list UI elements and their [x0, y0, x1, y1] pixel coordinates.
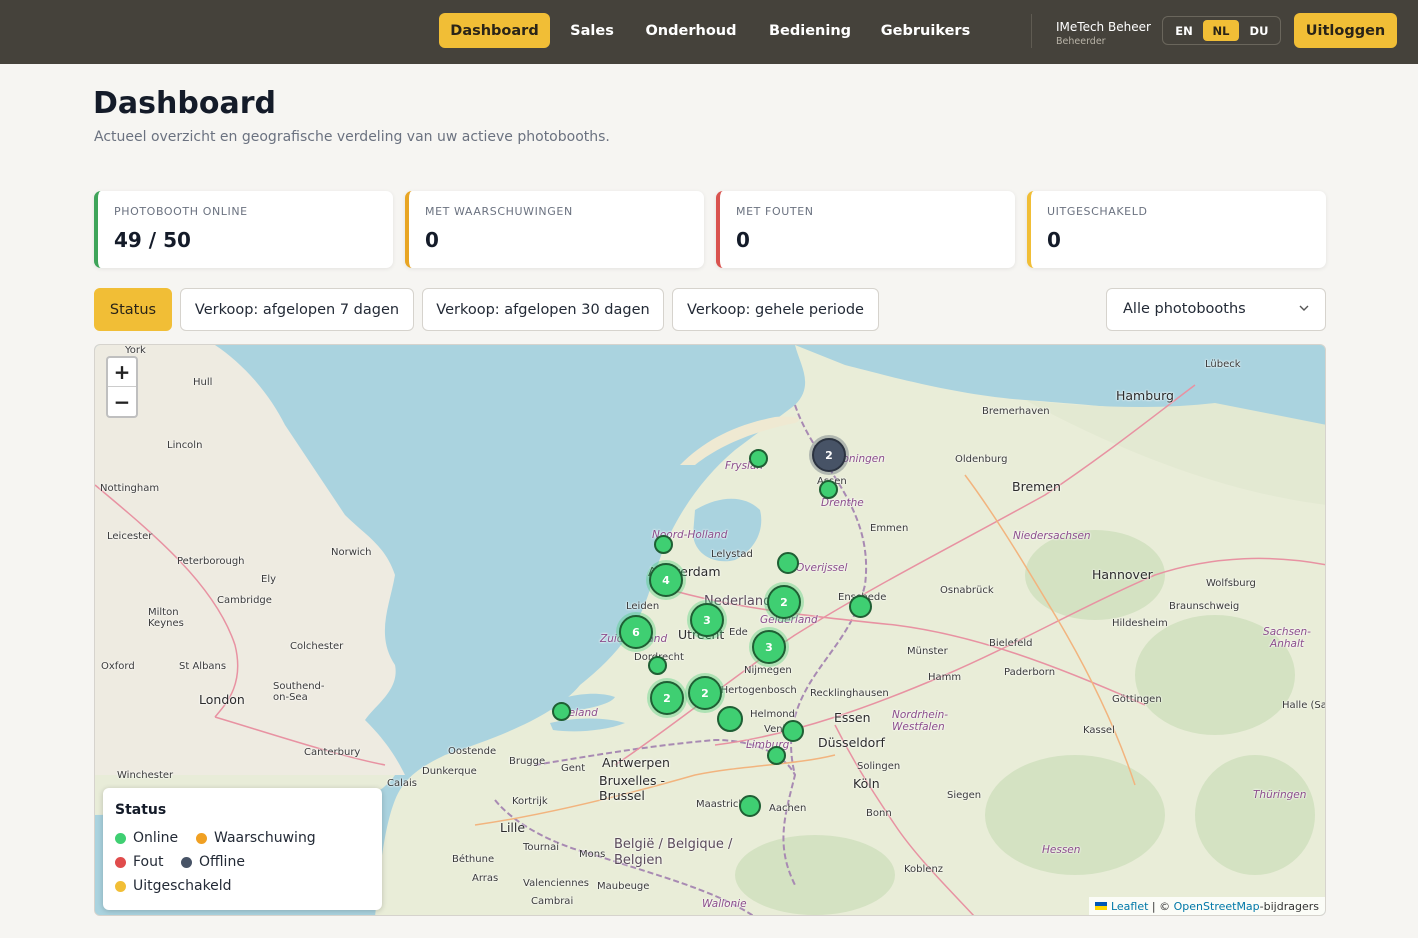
top-navigation-bar: Dashboard Sales Onderhoud Bediening Gebr… — [0, 0, 1418, 64]
map-marker-online[interactable] — [777, 552, 799, 574]
user-name: IMeTech Beheer — [1056, 20, 1151, 34]
status-dot-icon — [196, 832, 207, 844]
photobooth-map[interactable]: York Hull Lincoln Nottingham Leicester P… — [94, 344, 1326, 916]
logout-button[interactable]: Uitloggen — [1294, 13, 1397, 48]
stat-label: MET WAARSCHUWINGEN — [425, 205, 573, 218]
tab-sales-30-days[interactable]: Verkoop: afgelopen 30 dagen — [422, 288, 664, 331]
user-role: Beheerder — [1056, 36, 1106, 47]
nav-onderhoud[interactable]: Onderhoud — [636, 13, 746, 48]
map-marker-online[interactable] — [782, 720, 804, 742]
photobooth-select-value: Alle photobooths — [1123, 301, 1246, 317]
map-marker-online[interactable] — [648, 656, 667, 675]
zoom-out-button[interactable]: − — [108, 387, 136, 416]
map-marker-online[interactable] — [767, 746, 786, 765]
stat-value: 0 — [736, 228, 750, 252]
stat-label: PHOTOBOOTH ONLINE — [114, 205, 248, 218]
status-dot-icon — [115, 856, 126, 868]
legend-item-warning: Waarschuwing — [196, 830, 316, 846]
map-marker-online[interactable] — [654, 535, 673, 554]
legend-item-online: Online — [115, 830, 178, 846]
lang-nl-button[interactable]: NL — [1203, 20, 1239, 41]
nav-bediening[interactable]: Bediening — [760, 13, 860, 48]
tab-sales-7-days[interactable]: Verkoop: afgelopen 7 dagen — [180, 288, 414, 331]
tab-status[interactable]: Status — [94, 288, 172, 331]
attribution-separator: | © — [1148, 899, 1174, 913]
tab-sales-all-time[interactable]: Verkoop: gehele periode — [672, 288, 879, 331]
map-cluster-offline[interactable]: 2 — [812, 438, 846, 472]
map-marker-online[interactable] — [749, 449, 768, 468]
map-marker-online[interactable] — [739, 795, 761, 817]
map-cluster-online[interactable]: 3 — [752, 630, 786, 664]
stat-value: 49 / 50 — [114, 228, 191, 252]
language-switcher: EN NL DU — [1162, 16, 1281, 45]
stat-card-errors: MET FOUTEN 0 — [716, 191, 1015, 268]
leaflet-link[interactable]: Leaflet — [1111, 900, 1148, 913]
map-marker-online[interactable] — [849, 595, 872, 618]
stat-card-disabled: UITGESCHAKELD 0 — [1027, 191, 1326, 268]
legend-label: Uitgeschakeld — [133, 878, 232, 894]
nav-sales[interactable]: Sales — [560, 13, 624, 48]
stat-card-warnings: MET WAARSCHUWINGEN 0 — [405, 191, 704, 268]
stat-value: 0 — [425, 228, 439, 252]
map-cluster-online[interactable]: 2 — [688, 676, 722, 710]
stat-card-online: PHOTOBOOTH ONLINE 49 / 50 — [94, 191, 393, 268]
legend-label: Waarschuwing — [214, 830, 316, 846]
map-cluster-online[interactable]: 3 — [690, 603, 724, 637]
lang-en-button[interactable]: EN — [1166, 20, 1202, 41]
stat-value: 0 — [1047, 228, 1061, 252]
legend-item-disabled: Uitgeschakeld — [115, 878, 232, 894]
status-dot-icon — [115, 832, 126, 844]
photobooth-select[interactable]: Alle photobooths — [1106, 288, 1326, 331]
stat-label: UITGESCHAKELD — [1047, 205, 1148, 218]
nav-dashboard[interactable]: Dashboard — [439, 13, 550, 48]
status-legend: Status Online Waarschuwing Fout Offline … — [103, 788, 382, 910]
map-marker-online[interactable] — [552, 702, 571, 721]
zoom-control: + − — [106, 356, 138, 418]
legend-label: Online — [133, 830, 179, 846]
legend-item-offline: Offline — [181, 854, 245, 870]
map-cluster-online[interactable]: 4 — [649, 563, 683, 597]
legend-label: Fout — [133, 854, 164, 870]
map-attribution: Leaflet | © OpenStreetMap -bijdragers — [1088, 897, 1325, 915]
map-cluster-online[interactable]: 2 — [650, 681, 684, 715]
nav-divider — [1031, 14, 1032, 48]
map-cluster-online[interactable]: 6 — [619, 615, 653, 649]
page-subtitle: Actueel overzicht en geografische verdel… — [94, 129, 610, 145]
map-marker-online[interactable] — [717, 706, 743, 732]
chevron-down-icon — [1299, 305, 1309, 311]
legend-label: Offline — [199, 854, 245, 870]
stat-label: MET FOUTEN — [736, 205, 814, 218]
ukraine-flag-icon — [1094, 902, 1107, 910]
map-marker-online[interactable] — [819, 480, 838, 499]
legend-item-error: Fout — [115, 854, 163, 870]
nav-gebruikers[interactable]: Gebruikers — [873, 13, 978, 48]
page-title: Dashboard — [93, 86, 276, 121]
lang-du-button[interactable]: DU — [1241, 20, 1277, 41]
status-dot-icon — [181, 856, 192, 868]
status-dot-icon — [115, 880, 126, 892]
openstreetmap-link[interactable]: OpenStreetMap — [1174, 900, 1260, 913]
zoom-in-button[interactable]: + — [108, 358, 136, 387]
attribution-suffix: -bijdragers — [1259, 899, 1319, 913]
legend-title: Status — [115, 802, 167, 818]
map-cluster-online[interactable]: 2 — [767, 585, 801, 619]
